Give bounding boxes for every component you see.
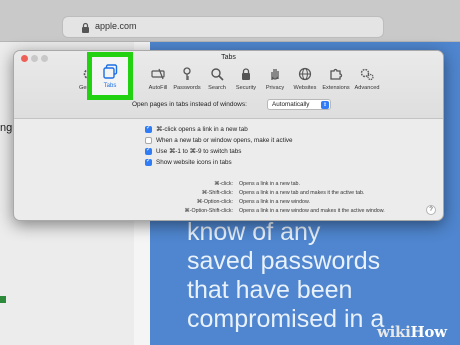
hero-line: that have been [187, 276, 353, 304]
checkbox-checked[interactable] [145, 124, 152, 133]
checkbox-unchecked[interactable] [145, 137, 152, 144]
autofill-icon [151, 68, 165, 80]
option-label: Show website icons in tabs [156, 159, 232, 166]
shortcut-row: ⌘-Option-click: Opens a link in a new wi… [14, 199, 443, 207]
puzzle-icon [330, 68, 343, 80]
gears-icon [360, 68, 374, 81]
address-text: apple.com [95, 21, 137, 31]
hero-text: know of any saved passwords that have be… [187, 218, 460, 334]
open-pages-row: Open pages in tabs instead of windows: A… [14, 99, 443, 113]
shortcut-row: ⌘-click: Opens a link in a new tab. [14, 181, 443, 189]
option-label: When a new tab or window opens, make it … [156, 137, 293, 144]
shortcut-desc: Opens a link in a new window and makes i… [239, 208, 385, 214]
green-mark [0, 296, 6, 303]
preferences-window: Tabs General AutoFill Passwords Search S… [13, 50, 444, 221]
hero-line: saved passwords [187, 247, 381, 275]
checkbox-checked[interactable] [145, 146, 152, 155]
open-pages-label: Open pages in tabs instead of windows: [132, 101, 247, 108]
shortcut-row: ⌘-Shift-click: Opens a link in a new tab… [14, 190, 443, 198]
lock-icon [242, 68, 250, 80]
tabs-icon [103, 64, 118, 79]
chevron-updown-icon: ⇕ [321, 101, 329, 109]
hand-icon [271, 69, 279, 80]
tab-label: Advanced [354, 85, 380, 91]
shortcut-desc: Opens a link in a new tab. [239, 181, 300, 187]
shortcut-key: ⌘-click: [214, 181, 233, 187]
wikihow-watermark: wikiHow [377, 323, 447, 341]
open-pages-select[interactable]: Automatically ⇕ [267, 99, 331, 110]
shortcut-desc: Opens a link in a new tab and makes it t… [239, 190, 365, 196]
wikihow-wiki: wiki [377, 323, 411, 341]
lock-icon [82, 22, 89, 33]
search-icon [211, 68, 224, 81]
help-button[interactable]: ? [426, 205, 436, 215]
hero-line: know of any [187, 218, 321, 246]
tab-label: Tabs [103, 83, 117, 89]
browser-toolbar: apple.com [0, 0, 460, 42]
shortcut-desc: Opens a link in a new window. [239, 199, 310, 205]
shortcut-key: ⌘-Option-click: [196, 199, 233, 205]
option-label: ⌘-click opens a link in a new tab [156, 126, 248, 133]
tab-tabs[interactable]: Tabs [87, 52, 133, 100]
select-value: Automatically [272, 101, 310, 108]
wikihow-how: How [410, 323, 448, 341]
shortcut-key: ⌘-Option-Shift-click: [184, 208, 233, 214]
window-title: Tabs [221, 54, 236, 61]
checkbox-checked[interactable] [145, 157, 152, 166]
globe-icon [298, 67, 312, 81]
address-bar[interactable]: apple.com [62, 16, 384, 38]
shortcut-key: ⌘-Shift-click: [201, 190, 233, 196]
option-label: Use ⌘-1 to ⌘-9 to switch tabs [156, 148, 242, 155]
shortcut-row: ⌘-Option-Shift-click: Opens a link in a … [14, 208, 443, 216]
key-icon [183, 67, 191, 80]
